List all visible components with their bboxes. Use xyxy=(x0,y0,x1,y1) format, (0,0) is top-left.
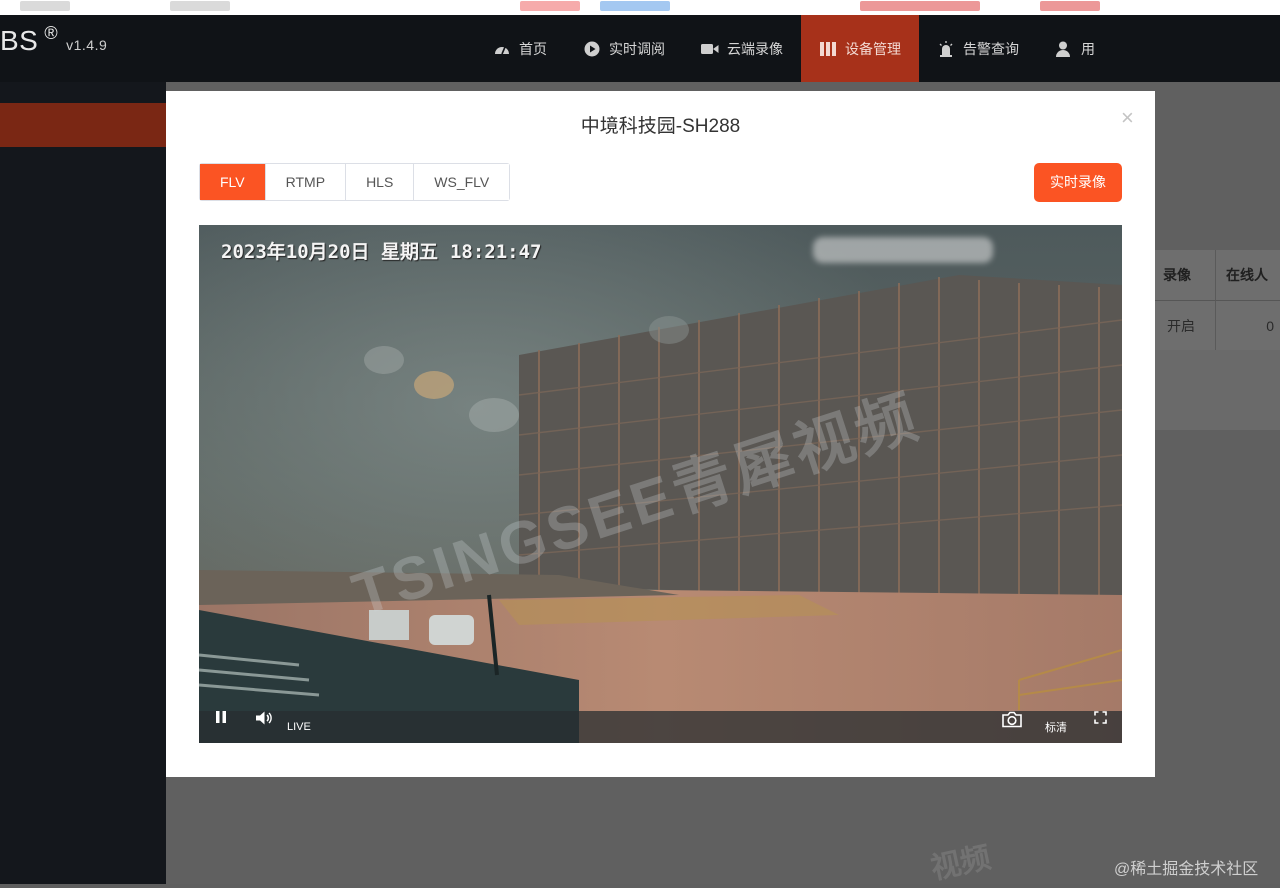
nav-item-label: 首页 xyxy=(519,40,547,57)
nav-item-label: 云端录像 xyxy=(727,40,783,57)
sidebar-active-item[interactable] xyxy=(0,103,166,147)
table-header-recording: 录像 xyxy=(1163,267,1191,283)
osd-time: 18:21:47 xyxy=(449,241,542,263)
video-player[interactable]: TSINGSEE青犀视频 2023年10月20日 星期五 18:21:47 LIV… xyxy=(199,225,1122,743)
nav-item-user[interactable]: 用 xyxy=(1037,15,1113,82)
dashboard-icon xyxy=(493,40,511,58)
main-nav: 首页 实时调阅 云端录像 设备管理 告警查询 用 xyxy=(475,15,1113,82)
table-cell-online: 0 xyxy=(1215,300,1280,350)
bookmark-stub[interactable] xyxy=(170,1,230,11)
tab-ws-flv[interactable]: WS_FLV xyxy=(414,164,510,200)
version-label: v1.4.9 xyxy=(66,37,108,53)
protocol-tabs: FLV RTMP HLS WS_FLV xyxy=(199,163,511,201)
tab-rtmp[interactable]: RTMP xyxy=(265,164,347,200)
top-navbar: BS ® v1.4.9 首页 实时调阅 云端录像 设备管理 告警查询 用 xyxy=(0,15,1280,82)
alarm-icon xyxy=(937,40,955,58)
nav-item-label: 设备管理 xyxy=(845,40,901,57)
osd-timestamp: 2023年10月20日 星期五 18:21:47 xyxy=(221,237,541,264)
video-player-dialog: 中境科技园-SH288 × FLV RTMP HLS WS_FLV 实时录像 T… xyxy=(166,91,1155,777)
nav-item-live-view[interactable]: 实时调阅 xyxy=(565,15,683,82)
table-cell-recording: 开启 xyxy=(1155,300,1215,350)
osd-channel-name-blurred xyxy=(813,237,993,263)
site-watermark: @稀土掘金技术社区 xyxy=(1114,861,1259,878)
video-camera-icon xyxy=(701,40,719,58)
nav-item-device-management[interactable]: 设备管理 xyxy=(801,15,919,82)
tab-flv[interactable]: FLV xyxy=(200,164,266,200)
registered-mark: ® xyxy=(44,23,59,43)
tab-hls[interactable]: HLS xyxy=(346,164,415,200)
dialog-title: 中境科技园-SH288 xyxy=(580,116,741,137)
nav-item-label: 用 xyxy=(1081,40,1095,57)
bookmark-stub[interactable] xyxy=(20,1,70,11)
brand-name: BS xyxy=(0,25,39,56)
bookmark-stub[interactable] xyxy=(600,1,670,11)
content-panel xyxy=(1155,350,1280,430)
nav-item-label: 实时调阅 xyxy=(609,40,665,57)
live-record-button[interactable]: 实时录像 xyxy=(1034,163,1122,202)
close-icon[interactable]: × xyxy=(1121,105,1134,131)
quality-selector[interactable]: 标清 xyxy=(1045,711,1067,743)
left-sidebar xyxy=(0,82,166,884)
device-table: 录像 在线人 开启 0 xyxy=(1155,250,1280,350)
bookmark-stub[interactable] xyxy=(1040,1,1100,11)
player-control-bar: LIVE 标清 xyxy=(199,711,1122,743)
brand-logo[interactable]: BS ® v1.4.9 xyxy=(0,23,108,57)
browser-bookmarks-bar xyxy=(0,0,1280,15)
play-circle-icon xyxy=(583,40,601,58)
live-label: LIVE xyxy=(287,721,311,733)
nav-item-label: 告警查询 xyxy=(963,40,1019,57)
columns-icon xyxy=(819,40,837,58)
user-icon xyxy=(1055,40,1073,58)
nav-item-home[interactable]: 首页 xyxy=(475,15,565,82)
table-header-online: 在线人 xyxy=(1215,250,1280,300)
nav-item-alarm-query[interactable]: 告警查询 xyxy=(919,15,1037,82)
osd-date: 2023年10月20日 星期五 xyxy=(221,241,438,263)
bookmark-stub[interactable] xyxy=(860,1,980,11)
bookmark-stub[interactable] xyxy=(520,1,580,11)
nav-item-cloud-recording[interactable]: 云端录像 xyxy=(683,15,801,82)
